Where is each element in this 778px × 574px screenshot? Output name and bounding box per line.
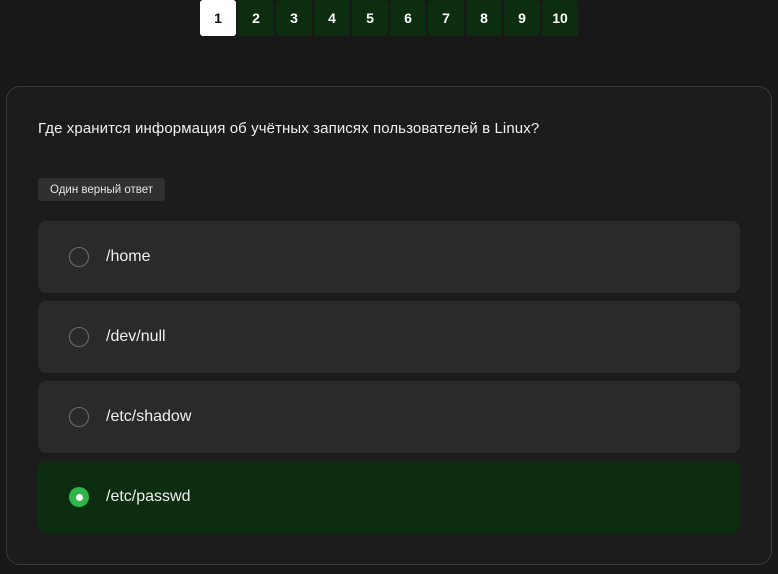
answer-option-label: /etc/shadow [106,408,192,425]
page-button-1[interactable]: 1 [200,0,236,36]
page-button-2[interactable]: 2 [238,0,274,36]
pagination: 1 2 3 4 5 6 7 8 9 10 [200,0,578,37]
page-button-7[interactable]: 7 [428,0,464,36]
page-button-4[interactable]: 4 [314,0,350,36]
answer-option-label: /dev/null [106,328,166,345]
page-button-6[interactable]: 6 [390,0,426,36]
answer-option-home[interactable]: /home [38,221,740,293]
question-card: Где хранится информация об учётных запис… [6,86,772,565]
radio-unchecked-icon[interactable] [69,407,89,427]
answer-option-etc-shadow[interactable]: /etc/shadow [38,381,740,453]
page-button-9[interactable]: 9 [504,0,540,36]
page-button-10[interactable]: 10 [542,0,578,36]
answer-type-badge: Один верный ответ [38,178,166,201]
answer-option-etc-passwd[interactable]: /etc/passwd [38,461,740,533]
answer-option-label: /home [106,248,151,265]
radio-unchecked-icon[interactable] [69,247,89,267]
answer-option-label: /etc/passwd [106,488,191,505]
radio-dot-icon [75,493,83,501]
radio-unchecked-icon[interactable] [69,327,89,347]
question-text: Где хранится информация об учётных запис… [38,120,540,137]
answer-option-dev-null[interactable]: /dev/null [38,301,740,373]
radio-checked-icon[interactable] [69,487,89,507]
page-button-5[interactable]: 5 [352,0,388,36]
page-button-3[interactable]: 3 [276,0,312,36]
page-button-8[interactable]: 8 [466,0,502,36]
